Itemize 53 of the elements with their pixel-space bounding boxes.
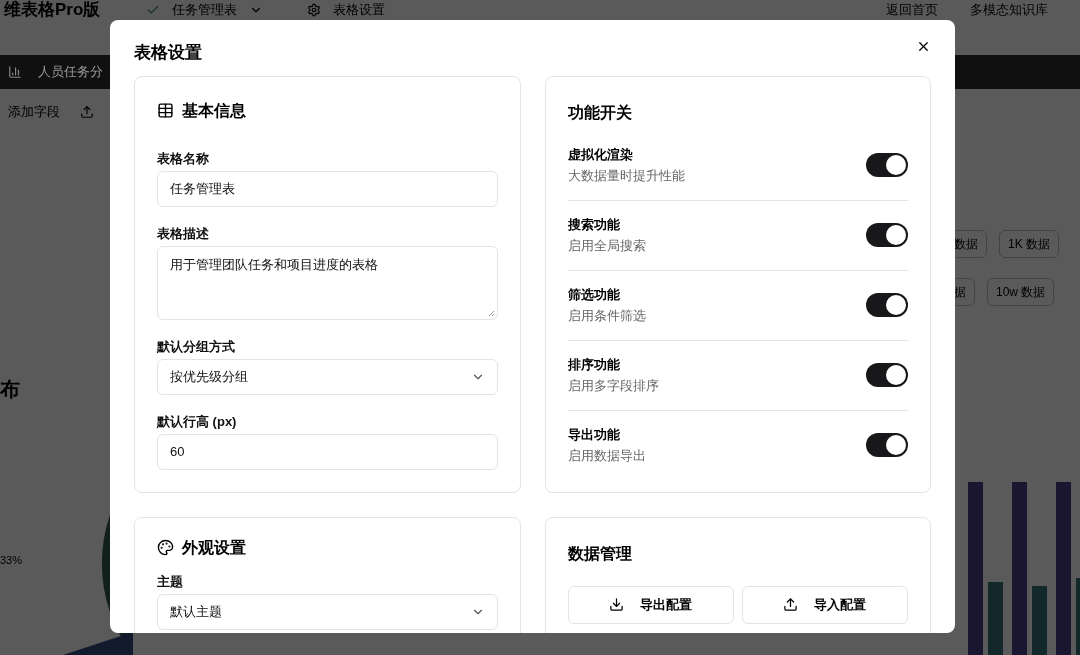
field-label: 默认分组方式 [157,338,236,355]
chart-bar [1032,586,1047,655]
card-title: 外观设置 [182,537,246,558]
add-field-button[interactable]: 添加字段 [8,102,60,122]
text-field[interactable]: 60 [157,433,498,470]
feature-name: 导出功能 [567,425,621,444]
data-size-button[interactable]: 1K 数据 [999,230,1059,258]
chart-title: 布 [0,377,20,402]
upload-icon [783,597,799,612]
field-label: 表格名称 [157,150,210,167]
select-field[interactable]: 按优先级分组 [157,358,498,395]
settings-icon [307,3,321,17]
feature-name: 排序功能 [567,355,621,374]
feature-name: 搜索功能 [567,215,621,234]
text-field[interactable]: 任务管理表 [157,170,498,207]
feature-name: 虚拟化渲染 [567,145,634,164]
nav-link[interactable]: 返回首页 [878,0,946,20]
import-config-button[interactable]: 导入配置 [741,585,908,624]
toggle-switch[interactable] [866,433,908,457]
table-name[interactable]: 任务管理表 [172,0,237,20]
pie-label: 33% [0,553,23,568]
feature-description: 大数据量时提升性能 [567,167,685,185]
dialog-title: 表格设置 [134,42,202,64]
toggle-switch[interactable] [866,223,908,247]
feature-name: 筛选功能 [567,285,621,304]
field-label: 表格描述 [157,225,210,242]
download-icon [609,597,625,612]
upload-icon[interactable] [80,104,94,119]
table-icon [157,102,174,119]
resize-handle-icon[interactable] [487,309,495,317]
toggle-switch[interactable] [866,153,908,177]
toggle-switch[interactable] [866,293,908,317]
card-title: 功能开关 [567,102,633,123]
settings-link[interactable]: 表格设置 [333,0,385,20]
app-title: 维表格Pro版 [4,0,102,20]
field-label: 默认行高 (px) [157,413,238,430]
select-field[interactable]: 默认主题 [157,593,498,630]
feature-description: 启用数据导出 [567,447,646,465]
data-size-button[interactable]: 10w 数据 [987,278,1055,306]
bar-chart-icon [8,65,22,79]
text-area[interactable]: 用于管理团队任务和项目进度的表格 [157,245,498,320]
card-title: 基本信息 [182,100,246,121]
check-icon [146,3,160,17]
nav-link[interactable]: 多模态知识库 [962,0,1056,20]
card-title: 数据管理 [567,543,633,564]
palette-icon [157,539,174,556]
feature-description: 启用全局搜索 [567,237,646,255]
feature-description: 启用多字段排序 [567,377,659,395]
toggle-switch[interactable] [866,363,908,387]
field-label: 主题 [157,573,184,590]
view-tab[interactable]: 人员任务分 [38,62,103,82]
export-config-button[interactable]: 导出配置 [567,585,734,624]
feature-description: 启用条件筛选 [567,307,646,325]
